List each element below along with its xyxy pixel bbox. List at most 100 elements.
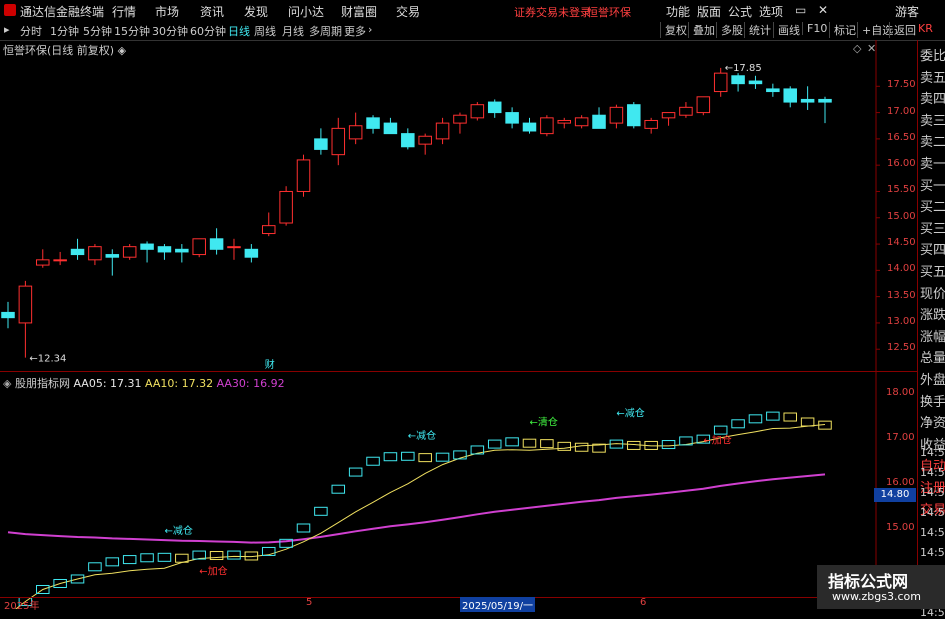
sidebar-item[interactable]: 卖五 — [920, 67, 945, 86]
signal-label: ←加仓 — [199, 564, 227, 577]
aa05-box — [435, 452, 450, 462]
sidebar-item[interactable]: 总量 — [920, 347, 945, 366]
period-multi[interactable]: 多周期 — [309, 23, 342, 39]
period-30min[interactable]: 30分钟 — [152, 23, 188, 39]
sidebar-item[interactable]: 委比 — [920, 45, 945, 64]
sidebar-item[interactable]: 外盘 — [920, 369, 945, 388]
period-5min[interactable]: 5分钟 — [83, 23, 112, 39]
period-fenshi[interactable]: 分时 — [20, 23, 42, 39]
sidebar-item[interactable]: 买五 — [920, 261, 945, 280]
aa05-value: AA05: 17.31 — [73, 377, 142, 390]
minimize-icon[interactable]: ▭ — [795, 3, 806, 17]
aa05-box — [331, 484, 346, 494]
sidebar-item[interactable]: 净资 — [920, 412, 945, 431]
aa05-box — [540, 439, 554, 449]
candle-body — [800, 98, 815, 103]
aa05-box — [383, 452, 398, 462]
aa05-box — [800, 417, 815, 427]
menu-zixun[interactable]: 资讯 — [200, 3, 224, 20]
btn-biaoji[interactable]: 标记 — [829, 22, 860, 38]
sidebar-item[interactable]: 卖三 — [920, 110, 945, 129]
candle-body — [401, 133, 415, 148]
sidebar-item[interactable]: 买一 — [920, 175, 945, 194]
aa05-box — [366, 456, 380, 466]
aa10-value: AA10: 17.32 — [145, 377, 214, 390]
price-tick-label: 15.00 — [887, 210, 916, 222]
period-month[interactable]: 月线 — [282, 23, 304, 39]
sidebar-item[interactable]: 买三 — [920, 218, 945, 237]
indicator-settings-icon[interactable]: ◈ — [3, 377, 11, 390]
sidebar-item[interactable]: 涨跌 — [920, 304, 945, 323]
menu-caifuquan[interactable]: 财富圈 — [341, 3, 377, 20]
sidebar-item[interactable]: 现价 — [920, 283, 945, 302]
candle-body — [261, 225, 276, 235]
chart-annotation: 财 — [265, 358, 275, 371]
aa05-box — [88, 562, 102, 572]
aa05-box — [661, 440, 676, 450]
aa05-box — [227, 550, 241, 560]
menu-faxian[interactable]: 发现 — [244, 3, 268, 20]
aa05-box — [574, 442, 589, 452]
period-more[interactable]: 更多 — [344, 23, 366, 39]
menu-wenxiaoda[interactable]: 问小达 — [288, 3, 324, 20]
candle-body — [609, 106, 624, 124]
x-label-5: 5 — [306, 597, 313, 608]
candle-body — [748, 80, 763, 85]
btn-huaxian[interactable]: 画线 — [773, 22, 804, 38]
btn-fuquan[interactable]: 复权 — [660, 22, 691, 38]
sidebar-item[interactable]: 卖二 — [920, 131, 945, 150]
candle-body — [661, 112, 676, 119]
aa05-box — [418, 453, 432, 463]
toggle-icon[interactable]: ▸ — [4, 23, 10, 36]
aa05-box — [122, 555, 137, 565]
app-title: 通达信金融终端 — [20, 5, 105, 19]
sidebar-item[interactable]: 买四 — [920, 239, 945, 258]
price-tick-label: 12.50 — [887, 342, 916, 354]
menu-banmian[interactable]: 版面 — [697, 3, 721, 20]
candle-body — [227, 246, 241, 249]
period-60min[interactable]: 60分钟 — [190, 23, 226, 39]
menu-jiaoyi[interactable]: 交易 — [396, 3, 420, 20]
btn-f10[interactable]: F10 — [802, 22, 831, 35]
time-label: 14:55 — [920, 546, 945, 559]
sidebar-item[interactable]: 换手 — [920, 391, 945, 410]
candle-body — [627, 104, 641, 127]
aa30-line — [7, 473, 826, 544]
signal-label: ←加仓 — [703, 434, 731, 447]
candle-body — [70, 248, 85, 256]
candle-body — [331, 127, 346, 156]
chevron-right-icon[interactable]: › — [368, 23, 372, 36]
chart-annotation: ←12.34 — [29, 354, 66, 365]
close-icon[interactable]: ✕ — [818, 3, 828, 17]
period-1min[interactable]: 1分钟 — [50, 23, 79, 39]
candle-body — [175, 248, 189, 253]
signal-label: ←减仓 — [616, 407, 644, 420]
price-tick-label: 16.00 — [887, 158, 916, 170]
sidebar-item[interactable]: 卖四 — [920, 88, 945, 107]
period-week[interactable]: 周线 — [254, 23, 276, 39]
indicator-name: 股朋指标网 — [14, 377, 70, 390]
menu-xuanxiang[interactable]: 选项 — [759, 3, 783, 20]
watermark-url: www.zbgs3.com — [832, 590, 921, 603]
price-tick-label: 17.00 — [887, 105, 916, 117]
sidebar-item[interactable]: 涨幅 — [920, 326, 945, 345]
candle-body — [18, 285, 33, 324]
btn-tongji[interactable]: 统计 — [744, 22, 775, 38]
sidebar-item[interactable]: 卖一 — [920, 153, 945, 172]
menu-hangqing[interactable]: 行情 — [112, 3, 136, 20]
btn-duogu[interactable]: 多股 — [716, 22, 747, 38]
guest-label[interactable]: 游客 — [895, 3, 919, 20]
btn-diejia[interactable]: 叠加 — [688, 22, 719, 38]
menu-gongshi[interactable]: 公式 — [728, 3, 752, 20]
period-15min[interactable]: 15分钟 — [114, 23, 150, 39]
login-warning[interactable]: 证券交易未登录 — [514, 4, 591, 20]
aa05-box — [105, 557, 120, 567]
menu-shichang[interactable]: 市场 — [155, 3, 179, 20]
period-day[interactable]: 日线 — [228, 23, 250, 39]
indicator-tick-label: 18.00 — [886, 387, 915, 399]
sidebar-item[interactable]: 买二 — [920, 196, 945, 215]
signal-label: ←减仓 — [164, 524, 192, 537]
menu-gongneng[interactable]: 功能 — [666, 3, 690, 20]
price-tick-label: 14.50 — [887, 237, 916, 249]
btn-fanhui[interactable]: 返回 — [889, 22, 920, 38]
